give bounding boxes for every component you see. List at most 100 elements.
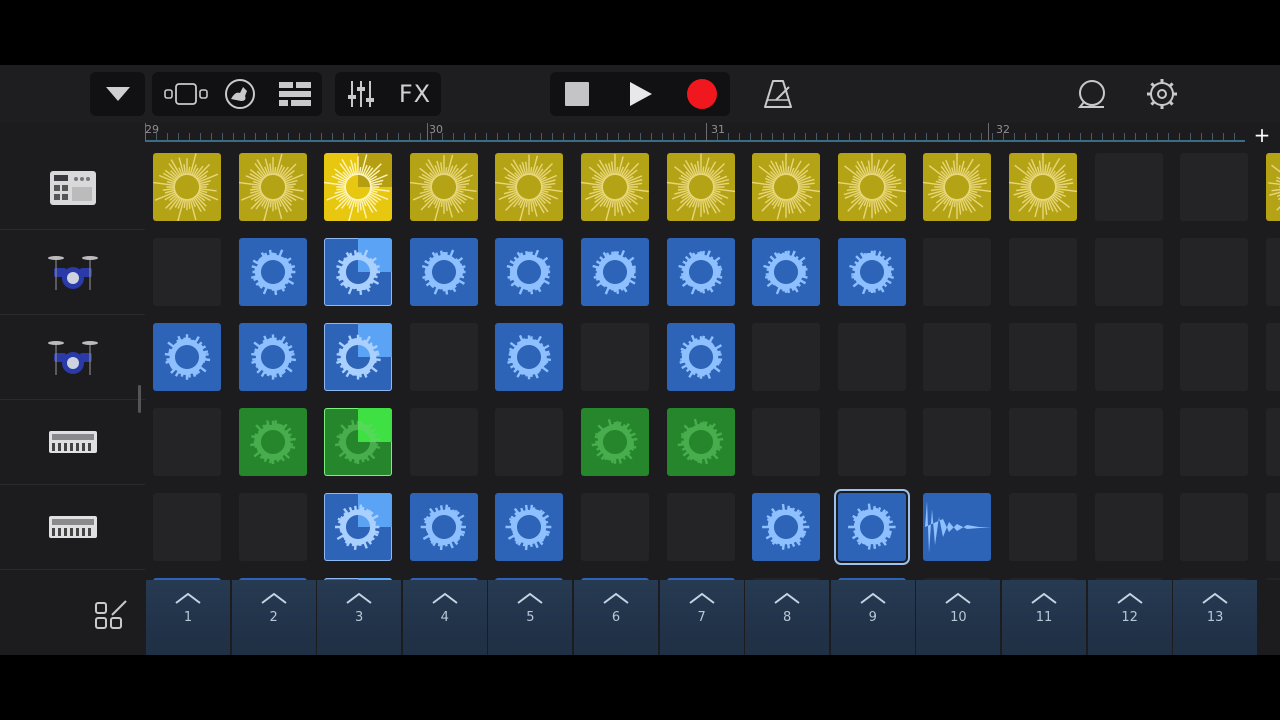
empty-cell[interactable] bbox=[752, 323, 821, 391]
empty-cell[interactable] bbox=[1265, 238, 1280, 306]
playing-loop-cell[interactable] bbox=[324, 323, 393, 391]
add-section-button[interactable]: + bbox=[1252, 125, 1272, 145]
navigation-button[interactable] bbox=[90, 72, 145, 116]
loop-browser-button[interactable] bbox=[1068, 72, 1116, 116]
empty-cell[interactable] bbox=[1180, 153, 1249, 221]
tracks-view-button[interactable] bbox=[270, 72, 320, 116]
empty-cell[interactable] bbox=[1180, 408, 1249, 476]
empty-cell[interactable] bbox=[923, 238, 992, 306]
scene-trigger-5[interactable]: 5 bbox=[488, 580, 573, 655]
stop-button[interactable] bbox=[555, 72, 599, 116]
scene-trigger-11[interactable]: 11 bbox=[1002, 580, 1086, 655]
scene-trigger-9[interactable]: 9 bbox=[830, 580, 915, 655]
empty-cell[interactable] bbox=[1094, 153, 1163, 221]
record-button[interactable] bbox=[680, 72, 724, 116]
empty-cell[interactable] bbox=[1265, 408, 1280, 476]
scene-trigger-12[interactable]: 12 bbox=[1087, 580, 1172, 655]
loop-cell[interactable] bbox=[1265, 153, 1280, 221]
loop-cell[interactable] bbox=[837, 153, 906, 221]
timeline-ruler[interactable]: 29 30 31 32 bbox=[145, 123, 1245, 145]
selected-loop-cell[interactable] bbox=[833, 489, 910, 565]
scene-trigger-13[interactable]: 13 bbox=[1173, 580, 1258, 655]
mixer-button[interactable] bbox=[338, 72, 384, 116]
loop-cell[interactable] bbox=[238, 153, 307, 221]
empty-cell[interactable] bbox=[1009, 238, 1077, 306]
loop-cell[interactable] bbox=[666, 323, 735, 391]
loop-cell[interactable] bbox=[495, 493, 564, 561]
track-header-drummer-2[interactable] bbox=[0, 315, 145, 400]
empty-cell[interactable] bbox=[153, 238, 221, 306]
loop-cell[interactable] bbox=[581, 408, 649, 476]
empty-cell[interactable] bbox=[1265, 323, 1280, 391]
loop-cell[interactable] bbox=[666, 153, 735, 221]
scene-trigger-4[interactable]: 4 bbox=[402, 580, 487, 655]
loop-cell[interactable] bbox=[238, 238, 307, 306]
sound-browser-button[interactable] bbox=[218, 72, 262, 116]
empty-cell[interactable] bbox=[1009, 493, 1077, 561]
track-header-drummer-1[interactable] bbox=[0, 230, 145, 315]
empty-cell[interactable] bbox=[666, 493, 735, 561]
empty-cell[interactable] bbox=[1265, 493, 1280, 561]
loop-cell[interactable] bbox=[752, 238, 821, 306]
empty-cell[interactable] bbox=[837, 408, 906, 476]
empty-cell[interactable] bbox=[581, 323, 649, 391]
loop-cell[interactable] bbox=[666, 238, 735, 306]
playing-loop-cell[interactable] bbox=[324, 493, 393, 561]
empty-cell[interactable] bbox=[752, 408, 821, 476]
track-header-synth-2[interactable] bbox=[0, 485, 145, 570]
scene-trigger-7[interactable]: 7 bbox=[659, 580, 744, 655]
empty-cell[interactable] bbox=[923, 408, 992, 476]
scene-trigger-8[interactable]: 8 bbox=[745, 580, 830, 655]
empty-cell[interactable] bbox=[1180, 493, 1249, 561]
empty-cell[interactable] bbox=[238, 493, 307, 561]
settings-button[interactable] bbox=[1138, 72, 1186, 116]
scene-trigger-6[interactable]: 6 bbox=[574, 580, 658, 655]
fx-button[interactable]: FX bbox=[390, 72, 440, 116]
loop-cell[interactable] bbox=[238, 408, 307, 476]
view-toggle-button[interactable] bbox=[158, 72, 214, 116]
empty-cell[interactable] bbox=[1094, 408, 1163, 476]
scroll-indicator[interactable] bbox=[138, 385, 141, 413]
loop-cell[interactable] bbox=[923, 153, 992, 221]
empty-cell[interactable] bbox=[1094, 323, 1163, 391]
playing-loop-cell[interactable] bbox=[324, 238, 393, 306]
loop-cell[interactable] bbox=[153, 323, 221, 391]
loop-cell[interactable] bbox=[409, 153, 478, 221]
loop-cell[interactable] bbox=[409, 238, 478, 306]
empty-cell[interactable] bbox=[1180, 238, 1249, 306]
scene-trigger-2[interactable]: 2 bbox=[231, 580, 316, 655]
empty-cell[interactable] bbox=[409, 323, 478, 391]
empty-cell[interactable] bbox=[153, 408, 221, 476]
scene-trigger-10[interactable]: 10 bbox=[916, 580, 1001, 655]
empty-cell[interactable] bbox=[1094, 238, 1163, 306]
loop-cell[interactable] bbox=[495, 323, 564, 391]
empty-cell[interactable] bbox=[581, 493, 649, 561]
scene-trigger-3[interactable]: 3 bbox=[317, 580, 402, 655]
empty-cell[interactable] bbox=[1094, 493, 1163, 561]
track-header-synth-1[interactable] bbox=[0, 400, 145, 485]
loop-cell[interactable] bbox=[1009, 153, 1077, 221]
loop-cell[interactable] bbox=[752, 153, 821, 221]
loop-cell[interactable] bbox=[238, 323, 307, 391]
loop-cell[interactable] bbox=[495, 153, 564, 221]
empty-cell[interactable] bbox=[495, 408, 564, 476]
scene-trigger-1[interactable]: 1 bbox=[146, 580, 230, 655]
loop-cell[interactable] bbox=[495, 238, 564, 306]
playing-loop-cell[interactable] bbox=[324, 408, 393, 476]
loop-cell[interactable] bbox=[666, 408, 735, 476]
loop-cell[interactable] bbox=[409, 493, 478, 561]
play-button[interactable] bbox=[618, 72, 662, 116]
loop-cell[interactable] bbox=[153, 153, 221, 221]
audio-loop-cell[interactable] bbox=[923, 493, 992, 561]
empty-cell[interactable] bbox=[1009, 408, 1077, 476]
playing-loop-cell[interactable] bbox=[324, 153, 393, 221]
empty-cell[interactable] bbox=[1180, 323, 1249, 391]
empty-cell[interactable] bbox=[1009, 323, 1077, 391]
empty-cell[interactable] bbox=[837, 323, 906, 391]
loop-cell[interactable] bbox=[837, 238, 906, 306]
loop-cell[interactable] bbox=[752, 493, 821, 561]
loop-cell[interactable] bbox=[581, 153, 649, 221]
loop-cell[interactable] bbox=[581, 238, 649, 306]
empty-cell[interactable] bbox=[153, 493, 221, 561]
metronome-button[interactable] bbox=[755, 72, 801, 116]
